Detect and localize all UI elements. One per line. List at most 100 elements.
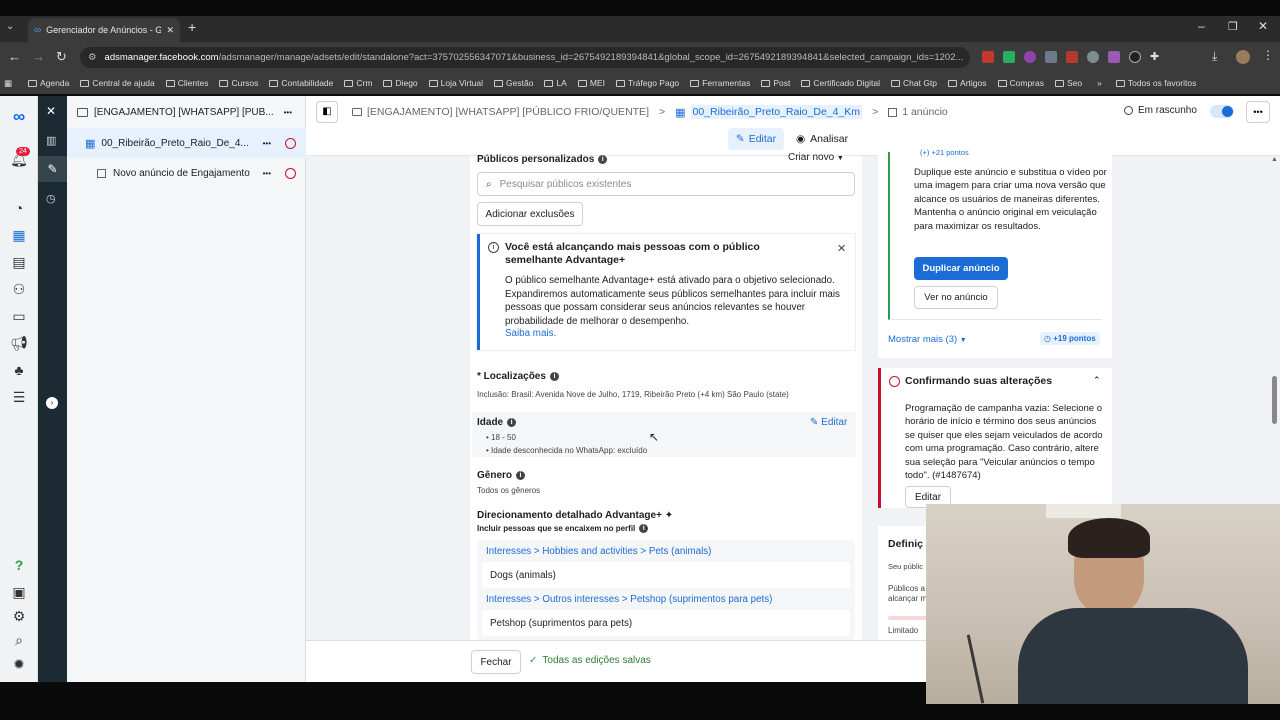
bookmark-item[interactable]: Contabilidade <box>269 78 333 88</box>
all-tools-icon[interactable]: ☰ <box>10 388 28 406</box>
tree-campaign[interactable]: [ENGAJAMENTO] [WHATSAPP] [PÚB... ••• <box>67 97 306 127</box>
bookmark-item[interactable]: Tráfego Pago <box>615 78 679 88</box>
reports-icon[interactable]: ▣ <box>10 583 28 601</box>
business-icon[interactable]: ♣ <box>10 361 28 379</box>
search-icon[interactable]: ⌕ <box>10 631 28 649</box>
ads-icon[interactable]: 📢︎ <box>10 334 28 352</box>
apps-icon[interactable]: ▦ <box>4 78 12 89</box>
crumb-campaign[interactable]: [ENGAJAMENTO] [WHATSAPP] [PÚBLICO FRIO/Q… <box>367 106 649 118</box>
audiences-icon[interactable]: ⚇ <box>10 280 28 298</box>
duplicate-ad-button[interactable]: Duplicar anúncio <box>914 257 1008 280</box>
tree-adset[interactable]: ▦ 00_Ribeirão_Preto_Raio_De_4... ••• <box>67 128 306 158</box>
info-icon[interactable]: i <box>639 524 649 534</box>
tree-ad[interactable]: Novo anúncio de Engajamento ••• <box>67 158 306 188</box>
extension-icon[interactable] <box>982 51 994 63</box>
audience-search-input[interactable]: ⌕ Pesquisar públicos existentes <box>477 172 855 196</box>
interest-item[interactable]: Petshop (suprimentos para pets) <box>482 610 850 636</box>
site-info-icon[interactable]: ⚙ <box>88 52 97 63</box>
forward-icon[interactable]: → <box>32 49 45 64</box>
bookmark-item[interactable]: Crm <box>344 78 372 88</box>
bookmark-item[interactable]: Artigos <box>948 78 987 88</box>
bookmark-item[interactable]: Central de ajuda <box>80 78 155 88</box>
info-icon[interactable]: i <box>507 417 517 427</box>
extension-icon[interactable] <box>1024 51 1036 63</box>
download-icon[interactable]: ⤓ <box>1212 49 1217 64</box>
extension-icon[interactable] <box>1129 51 1141 63</box>
bookmark-item[interactable]: LA <box>544 78 567 88</box>
extension-icon[interactable] <box>1087 51 1099 63</box>
bookmark-item[interactable]: Loja Virtual <box>428 78 483 88</box>
bookmark-item[interactable]: Compras <box>997 78 1044 88</box>
interest-path[interactable]: Interesses > Hobbies and activities > Pe… <box>486 546 711 557</box>
close-window-icon[interactable]: ✕ <box>1258 19 1268 33</box>
campaigns-icon[interactable]: ▦ <box>10 226 28 244</box>
notice-close-icon[interactable]: ✕ <box>837 242 846 255</box>
collapse-chevron-icon[interactable]: ⌃ <box>1093 375 1101 386</box>
scroll-up-icon[interactable]: ▲ <box>1271 156 1278 163</box>
adset-more-icon[interactable]: ••• <box>263 139 271 148</box>
reload-icon[interactable]: ↻ <box>56 49 67 65</box>
crumb-ads[interactable]: 1 anúncio <box>902 106 948 118</box>
bookmark-item[interactable]: Seo <box>1054 78 1082 88</box>
interest-item[interactable]: Dogs (animals) <box>482 562 850 588</box>
more-bookmarks[interactable]: » <box>1097 78 1102 88</box>
minimize-icon[interactable]: – <box>1198 19 1205 33</box>
bookmark-item[interactable]: MEI <box>577 78 605 88</box>
new-tab-icon[interactable]: + <box>188 19 196 35</box>
bookmark-item[interactable]: Certificado Digital <box>801 78 880 88</box>
bookmark-item[interactable]: Gestão <box>494 78 533 88</box>
settings-icon[interactable]: ⚙ <box>10 607 28 625</box>
expand-arrow-icon[interactable]: › <box>46 397 58 409</box>
close-button[interactable]: Fechar <box>471 650 521 674</box>
toggle-panel-icon[interactable]: ◧ <box>316 101 338 123</box>
extension-icon[interactable] <box>1066 51 1078 63</box>
edit-pencil-icon[interactable]: ✎ <box>38 156 67 182</box>
chart-icon[interactable]: ▥ <box>46 134 56 147</box>
restore-icon[interactable]: ❐ <box>1228 20 1238 33</box>
close-editor-icon[interactable]: ✕ <box>46 104 56 118</box>
puzzle-icon[interactable]: ✚ <box>1150 51 1159 63</box>
bookmark-item[interactable]: Agenda <box>28 78 69 88</box>
help-icon[interactable]: ? <box>10 556 28 574</box>
age-section[interactable]: Idade i ✎ Editar • 18 - 50 • Idade descon… <box>472 412 856 457</box>
extension-icon[interactable] <box>1045 51 1057 63</box>
age-edit-link[interactable]: ✎ Editar <box>810 417 847 428</box>
more-options-button[interactable]: ••• <box>1246 101 1270 123</box>
bookmark-item[interactable]: Ferramentas <box>690 78 750 88</box>
add-exclusions-button[interactable]: Adicionar exclusões <box>477 202 583 226</box>
tab-list-icon[interactable]: ⌄ <box>6 21 14 32</box>
tab-close-icon[interactable]: ✕ <box>166 25 174 36</box>
draft-toggle[interactable] <box>1210 105 1234 118</box>
campaign-more-icon[interactable]: ••• <box>284 108 292 117</box>
meta-logo-icon[interactable]: ∞ <box>10 108 28 126</box>
dashboard-icon[interactable]: ◔ <box>10 199 28 217</box>
edit-tab[interactable]: ✎ Editar <box>728 128 784 150</box>
info-icon[interactable]: i <box>598 154 608 164</box>
info-icon[interactable]: i <box>549 371 559 381</box>
browser-tab[interactable]: ∞ Gerenciador de Anúncios - Gere ✕ <box>28 18 180 42</box>
interest-path[interactable]: Interesses > Outros interesses > Petshop… <box>486 594 772 605</box>
bookmark-item[interactable]: Post <box>761 78 790 88</box>
bookmark-item[interactable]: Diego <box>383 78 418 88</box>
back-icon[interactable]: ← <box>8 49 21 64</box>
extension-icon[interactable] <box>1108 51 1120 63</box>
ad-more-icon[interactable]: ••• <box>263 169 271 178</box>
show-more-link[interactable]: Mostrar mais (3) ▼ <box>888 334 967 345</box>
bug-icon[interactable]: ✹ <box>10 655 28 673</box>
create-new-dropdown[interactable]: Criar novo ▼ <box>788 152 844 163</box>
bookmark-item[interactable]: Clientes <box>165 78 208 88</box>
bookmark-item[interactable]: Cursos <box>219 78 258 88</box>
address-bar[interactable]: ⚙ adsmanager.facebook.com /adsmanager/ma… <box>80 47 970 68</box>
profile-avatar[interactable] <box>1236 50 1250 64</box>
learn-more-link[interactable]: Saiba mais. <box>505 328 556 339</box>
crumb-adset[interactable]: 00_Ribeirão_Preto_Raio_De_4_Km <box>690 105 863 119</box>
review-tab[interactable]: ◉ Analisar <box>796 128 848 150</box>
all-favorites[interactable]: Todos os favoritos <box>1115 78 1196 88</box>
billing-icon[interactable]: ▭ <box>10 307 28 325</box>
pages-icon[interactable]: ▤ <box>10 253 28 271</box>
history-icon[interactable]: ◷ <box>46 192 56 205</box>
menu-icon[interactable]: ⋮ <box>1262 48 1274 62</box>
bookmark-item[interactable]: Chat Gtp <box>891 78 937 88</box>
view-ad-button[interactable]: Ver no anúncio <box>914 286 998 309</box>
extension-icon[interactable] <box>1003 51 1015 63</box>
